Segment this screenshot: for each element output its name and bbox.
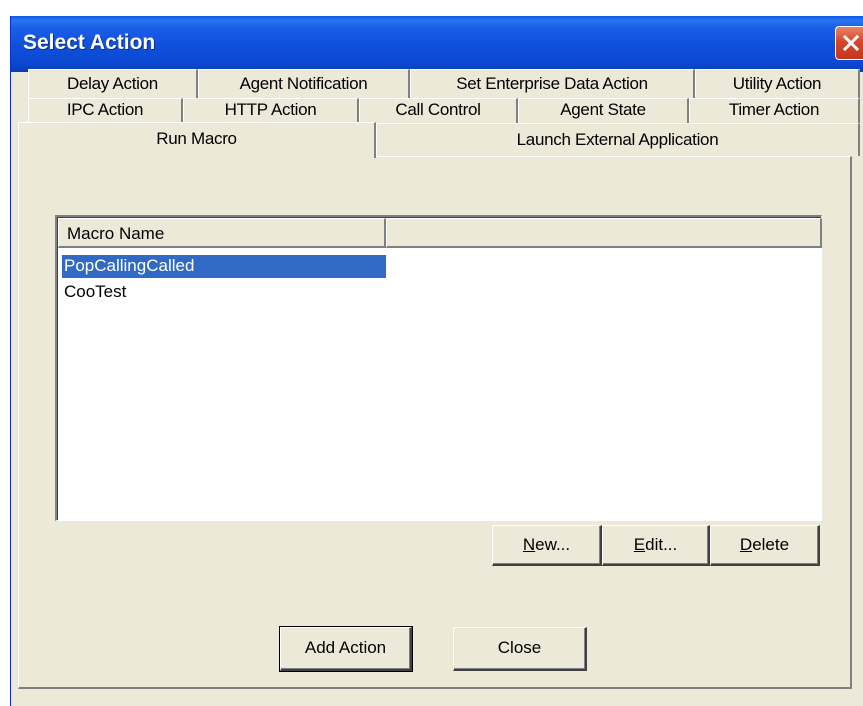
add-action-button[interactable]: Add Action [279, 626, 413, 672]
close-label: Close [497, 638, 542, 657]
tab-agent-notification[interactable]: Agent Notification [198, 69, 410, 98]
column-header-empty[interactable] [386, 218, 822, 248]
tab-http-action[interactable]: HTTP Action [183, 98, 359, 123]
list-item[interactable]: PopCallingCalled [62, 255, 386, 278]
tab-timer-action[interactable]: Timer Action [689, 98, 860, 123]
tab-label: IPC Action [66, 100, 144, 119]
window-title: Select Action [23, 31, 156, 54]
tab-label: Utility Action [732, 74, 822, 93]
delete-button[interactable]: Delete [710, 525, 820, 566]
edit-button-mnemonic: E [633, 535, 646, 554]
list-item[interactable]: CooTest [62, 281, 386, 304]
tab-label: Run Macro [156, 129, 237, 148]
macro-list[interactable]: Macro Name PopCallingCalled CooTest [55, 215, 822, 521]
tab-utility-action[interactable]: Utility Action [695, 69, 860, 98]
tab-label: Agent State [560, 100, 646, 119]
tab-call-control[interactable]: Call Control [359, 98, 518, 123]
edit-button[interactable]: Edit... [602, 525, 710, 566]
delete-button-label: elete [752, 535, 790, 554]
delete-button-mnemonic: D [739, 535, 753, 554]
tab-label: Launch External Application [516, 130, 719, 149]
close-window-button[interactable] [835, 26, 863, 60]
tab-label: Set Enterprise Data Action [456, 74, 648, 93]
tab-label: Timer Action [728, 100, 820, 119]
tab-launch-external-application[interactable]: Launch External Application [376, 123, 860, 156]
tab-label: HTTP Action [224, 100, 317, 119]
tab-label: Delay Action [67, 74, 158, 93]
new-button-label: ew... [535, 535, 571, 554]
tab-run-macro[interactable]: Run Macro [18, 122, 376, 158]
column-header-label: Macro Name [67, 224, 165, 243]
tab-set-enterprise-data-action[interactable]: Set Enterprise Data Action [410, 69, 695, 98]
column-header-macro-name[interactable]: Macro Name [58, 218, 386, 248]
tab-label: Call Control [395, 100, 481, 119]
add-action-label: Add Action [304, 638, 387, 657]
close-icon [842, 34, 860, 52]
edit-button-label: dit... [645, 535, 678, 554]
new-button-mnemonic: N [522, 535, 536, 554]
title-bar[interactable]: Select Action [11, 16, 863, 72]
tab-agent-state[interactable]: Agent State [518, 98, 689, 123]
new-button[interactable]: New... [492, 525, 602, 566]
tab-ipc-action[interactable]: IPC Action [28, 98, 183, 123]
tab-delay-action[interactable]: Delay Action [28, 69, 198, 98]
tab-label: Agent Notification [239, 74, 368, 93]
close-button[interactable]: Close [453, 627, 587, 671]
